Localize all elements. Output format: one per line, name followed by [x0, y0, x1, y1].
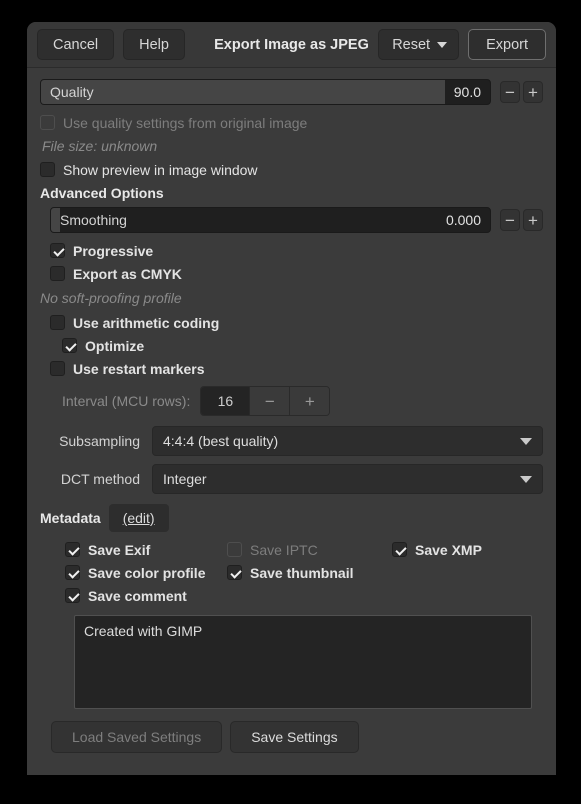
arithmetic-coding-label: Use arithmetic coding — [73, 315, 219, 331]
use-original-quality-row[interactable]: Use quality settings from original image — [40, 111, 543, 134]
quality-slider-fill — [41, 80, 445, 104]
metadata-row-2: Save color profile Save thumbnail — [65, 561, 543, 584]
optimize-label: Optimize — [85, 338, 144, 354]
soft-proof-note: No soft-proofing profile — [40, 290, 543, 306]
interval-increment-button[interactable]: + — [289, 387, 329, 415]
header-right-buttons: Reset Export — [378, 29, 546, 60]
save-settings-button[interactable]: Save Settings — [230, 721, 358, 753]
reset-button-label: Reset — [392, 37, 430, 53]
smoothing-slider[interactable]: Smoothing 0.000 — [50, 207, 491, 233]
dialog-body: Quality 90.0 − + Use quality settings fr… — [27, 68, 556, 775]
save-iptc-label: Save IPTC — [250, 542, 318, 558]
smoothing-label: Smoothing — [51, 212, 127, 228]
chevron-down-icon — [437, 42, 447, 48]
restart-markers-checkbox[interactable] — [50, 361, 65, 376]
metadata-checkbox-grid: Save Exif Save IPTC Save XMP Save color … — [65, 538, 543, 607]
smoothing-decrement-button[interactable]: − — [500, 209, 520, 231]
export-cmyk-checkbox[interactable] — [50, 266, 65, 281]
progressive-checkbox[interactable] — [50, 243, 65, 258]
subsampling-value: 4:4:4 (best quality) — [163, 433, 278, 449]
save-iptc-row[interactable]: Save IPTC — [227, 542, 392, 558]
smoothing-value: 0.000 — [446, 212, 490, 228]
subsampling-label: Subsampling — [40, 433, 152, 449]
subsampling-row: Subsampling 4:4:4 (best quality) — [40, 426, 543, 456]
save-iptc-checkbox[interactable] — [227, 542, 242, 557]
show-preview-checkbox[interactable] — [40, 162, 55, 177]
cancel-button-label: Cancel — [53, 37, 98, 53]
quality-label: Quality — [41, 84, 94, 100]
quality-row: Quality 90.0 − + — [40, 79, 543, 105]
interval-row: Interval (MCU rows): 16 − + — [62, 386, 543, 416]
save-xmp-checkbox[interactable] — [392, 542, 407, 557]
use-original-quality-label: Use quality settings from original image — [63, 115, 307, 131]
metadata-row-3: Save comment — [65, 584, 543, 607]
cancel-button[interactable]: Cancel — [37, 29, 114, 60]
save-color-profile-row[interactable]: Save color profile — [65, 565, 227, 581]
interval-value[interactable]: 16 — [201, 387, 249, 415]
save-thumbnail-checkbox[interactable] — [227, 565, 242, 580]
save-settings-label: Save Settings — [251, 729, 337, 745]
optimize-row[interactable]: Optimize — [62, 334, 543, 357]
metadata-row-1: Save Exif Save IPTC Save XMP — [65, 538, 543, 561]
smoothing-increment-button[interactable]: + — [523, 209, 543, 231]
save-exif-label: Save Exif — [88, 542, 150, 558]
restart-markers-row[interactable]: Use restart markers — [50, 357, 543, 380]
help-button[interactable]: Help — [123, 29, 185, 60]
export-button-label: Export — [486, 37, 528, 53]
optimize-checkbox[interactable] — [62, 338, 77, 353]
interval-decrement-button[interactable]: − — [249, 387, 289, 415]
save-color-profile-label: Save color profile — [88, 565, 205, 581]
quality-increment-button[interactable]: + — [523, 81, 543, 103]
quality-slider[interactable]: Quality 90.0 — [40, 79, 491, 105]
load-saved-settings-button[interactable]: Load Saved Settings — [51, 721, 222, 753]
show-preview-row[interactable]: Show preview in image window — [40, 158, 543, 181]
progressive-label: Progressive — [73, 243, 153, 259]
save-color-profile-checkbox[interactable] — [65, 565, 80, 580]
arithmetic-coding-row[interactable]: Use arithmetic coding — [50, 311, 543, 334]
save-comment-checkbox[interactable] — [65, 588, 80, 603]
dct-method-value: Integer — [163, 471, 207, 487]
interval-label: Interval (MCU rows): — [62, 393, 190, 409]
restart-markers-label: Use restart markers — [73, 361, 205, 377]
dct-method-row: DCT method Integer — [40, 464, 543, 494]
dct-method-label: DCT method — [40, 471, 152, 487]
interval-stepper[interactable]: 16 − + — [200, 386, 330, 416]
smoothing-row: Smoothing 0.000 − + — [50, 207, 543, 233]
dialog-header-bar: Cancel Help Export Image as JPEG Reset E… — [27, 22, 556, 68]
chevron-down-icon — [520, 438, 532, 445]
save-thumbnail-row[interactable]: Save thumbnail — [227, 565, 353, 581]
save-thumbnail-label: Save thumbnail — [250, 565, 353, 581]
export-button[interactable]: Export — [468, 29, 546, 60]
save-comment-row[interactable]: Save comment — [65, 588, 187, 604]
save-xmp-row[interactable]: Save XMP — [392, 542, 482, 558]
metadata-edit-link[interactable]: (edit) — [109, 504, 169, 532]
smoothing-steppers: − + — [497, 209, 543, 231]
save-xmp-label: Save XMP — [415, 542, 482, 558]
save-exif-row[interactable]: Save Exif — [65, 542, 227, 558]
show-preview-label: Show preview in image window — [63, 162, 258, 178]
export-cmyk-row[interactable]: Export as CMYK — [50, 262, 543, 285]
use-original-quality-checkbox[interactable] — [40, 115, 55, 130]
subsampling-select[interactable]: 4:4:4 (best quality) — [152, 426, 543, 456]
settings-buttons-row: Load Saved Settings Save Settings — [51, 721, 543, 753]
chevron-down-icon — [520, 476, 532, 483]
quality-steppers: − + — [497, 81, 543, 103]
file-size-text: File size: unknown — [42, 138, 543, 154]
progressive-row[interactable]: Progressive — [50, 239, 543, 262]
load-saved-settings-label: Load Saved Settings — [72, 729, 201, 745]
advanced-options-heading: Advanced Options — [40, 185, 543, 201]
reset-button[interactable]: Reset — [378, 29, 459, 60]
comment-textarea[interactable]: Created with GIMP — [74, 615, 532, 709]
dct-method-select[interactable]: Integer — [152, 464, 543, 494]
help-button-label: Help — [139, 37, 169, 53]
export-cmyk-label: Export as CMYK — [73, 266, 182, 282]
quality-decrement-button[interactable]: − — [500, 81, 520, 103]
metadata-section-header: Metadata (edit) — [40, 504, 543, 532]
save-exif-checkbox[interactable] — [65, 542, 80, 557]
export-jpeg-dialog: Cancel Help Export Image as JPEG Reset E… — [27, 22, 556, 775]
arithmetic-coding-checkbox[interactable] — [50, 315, 65, 330]
metadata-heading: Metadata — [40, 510, 101, 526]
save-comment-label: Save comment — [88, 588, 187, 604]
quality-value: 90.0 — [454, 84, 490, 100]
